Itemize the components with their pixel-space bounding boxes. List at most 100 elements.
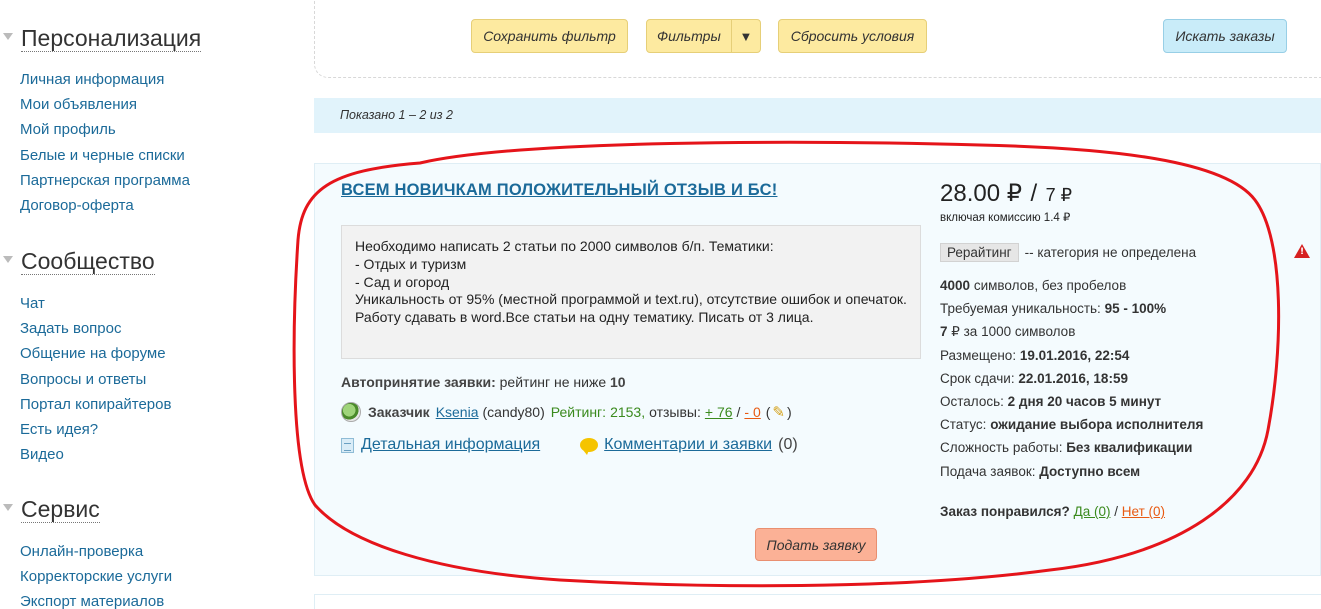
positive-reviews-link[interactable]: + 76 bbox=[705, 404, 733, 420]
spec-status-label: Статус: bbox=[940, 417, 987, 433]
sidebar-link[interactable]: Задать вопрос bbox=[20, 320, 121, 337]
comment-bubble-icon bbox=[580, 438, 599, 455]
sidebar-link[interactable]: Мой профиль bbox=[20, 121, 116, 138]
sidebar-link[interactable]: Видео bbox=[20, 446, 64, 463]
sidebar-link[interactable]: Корректорские услуги bbox=[20, 568, 172, 585]
spec-remaining-value: 2 дня 20 часов 5 минут bbox=[1007, 393, 1162, 409]
sidebar-item-export[interactable]: Экспорт материалов bbox=[20, 588, 172, 609]
section-header-personalization[interactable]: Персонализация bbox=[0, 25, 202, 52]
spec-posted: Размещено: 19.01.2016, 22:54 bbox=[940, 344, 1203, 367]
category-tag[interactable]: Рерайтинг bbox=[940, 243, 1019, 262]
price-per-1000: 7 ₽ bbox=[1045, 185, 1073, 205]
sidebar-link[interactable]: Личная информация bbox=[20, 71, 164, 88]
auto-accept-text: рейтинг не ниже bbox=[499, 374, 607, 390]
order-specs: 4000 символов, без пробелов Требуемая ун… bbox=[940, 274, 1203, 483]
results-count: Показано 1 – 2 из 2 bbox=[314, 98, 1321, 133]
filters-dropdown[interactable]: Фильтры ▼ bbox=[646, 19, 761, 53]
customer-login: (candy80) bbox=[482, 404, 545, 420]
order-title-link[interactable]: ВСЕМ НОВИЧКАМ ПОЛОЖИТЕЛЬНЫЙ ОТЗЫВ И БС! bbox=[341, 181, 777, 200]
triangle-down-icon[interactable] bbox=[3, 33, 13, 40]
spec-uniqueness-value: 95 - 100% bbox=[1104, 301, 1167, 317]
customer-name-link[interactable]: Ksenia bbox=[436, 404, 479, 420]
filters-label[interactable]: Фильтры bbox=[647, 20, 731, 52]
sidebar-link[interactable]: Экспорт материалов bbox=[20, 593, 164, 609]
community-menu: Чат Задать вопрос Общение на форуме Вопр… bbox=[20, 290, 171, 466]
sidebar-link[interactable]: Онлайн-проверка bbox=[20, 543, 143, 560]
sidebar-item-online-check[interactable]: Онлайн-проверка bbox=[20, 538, 172, 563]
sidebar-item-chat[interactable]: Чат bbox=[20, 290, 171, 315]
spec-submission: Подача заявок: Доступно всем bbox=[940, 460, 1203, 483]
sidebar-item-video[interactable]: Видео bbox=[20, 441, 171, 466]
auto-accept-value: 10 bbox=[610, 374, 626, 390]
comments-link[interactable]: Комментарии и заявки bbox=[604, 436, 772, 454]
chevron-down-icon[interactable]: ▼ bbox=[730, 20, 760, 52]
auto-accept-label: Автопринятие заявки: bbox=[341, 374, 496, 390]
sidebar-item-proofreading[interactable]: Корректорские услуги bbox=[20, 563, 172, 588]
sidebar-item-lists[interactable]: Белые и черные списки bbox=[20, 142, 190, 167]
spec-submission-value: Доступно всем bbox=[1039, 463, 1141, 479]
section-title[interactable]: Сервис bbox=[21, 496, 100, 523]
sidebar-link[interactable]: Портал копирайтеров bbox=[20, 396, 171, 413]
liked-no-link[interactable]: Нет (0) bbox=[1122, 504, 1165, 519]
sidebar-item-personal-info[interactable]: Личная информация bbox=[20, 66, 190, 91]
service-menu: Онлайн-проверка Корректорские услуги Экс… bbox=[20, 538, 172, 609]
commission-note: включая комиссию 1.4 ₽ bbox=[940, 212, 1071, 224]
sidebar-item-forum[interactable]: Общение на форуме bbox=[20, 340, 171, 365]
sidebar-item-portal[interactable]: Портал копирайтеров bbox=[20, 391, 171, 416]
spec-posted-value: 19.01.2016, 22:54 bbox=[1019, 347, 1130, 363]
reviews-separator: / bbox=[736, 404, 741, 420]
spec-submission-label: Подача заявок: bbox=[940, 463, 1036, 479]
save-filter-button[interactable]: Сохранить фильтр bbox=[471, 19, 628, 53]
warning-icon[interactable]: ! bbox=[1294, 244, 1310, 258]
spec-uniqueness-label: Требуемая уникальность: bbox=[940, 301, 1101, 317]
spec-chars-text: символов, без пробелов bbox=[973, 278, 1127, 293]
search-orders-button[interactable]: Искать заказы bbox=[1163, 19, 1287, 53]
sidebar-link[interactable]: Общение на форуме bbox=[20, 345, 166, 362]
auto-accept-info: Автопринятие заявки: рейтинг не ниже 10 bbox=[341, 374, 626, 390]
liked-row: Заказ понравился? Да (0) / Нет (0) bbox=[940, 504, 1165, 519]
section-title[interactable]: Сообщество bbox=[21, 248, 155, 275]
sidebar-item-idea[interactable]: Есть идея? bbox=[20, 416, 171, 441]
section-title[interactable]: Персонализация bbox=[21, 25, 202, 52]
section-header-community[interactable]: Сообщество bbox=[0, 248, 155, 275]
sidebar-link[interactable]: Есть идея? bbox=[20, 421, 98, 438]
rating-label: Рейтинг: bbox=[550, 404, 607, 420]
spec-difficulty: Сложность работы: Без квалификации bbox=[940, 436, 1203, 459]
avatar-icon bbox=[341, 402, 361, 422]
order-links: Детальная информация Комментарии и заявк… bbox=[341, 436, 798, 455]
triangle-down-icon[interactable] bbox=[3, 256, 13, 263]
apply-button[interactable]: Подать заявку bbox=[755, 528, 877, 561]
spec-difficulty-label: Сложность работы: bbox=[940, 440, 1063, 456]
pencil-icon[interactable]: ✎ bbox=[772, 403, 785, 421]
sidebar-item-my-ads[interactable]: Мои объявления bbox=[20, 91, 190, 116]
spec-deadline-label: Срок сдачи: bbox=[940, 370, 1015, 386]
liked-yes-link[interactable]: Да (0) bbox=[1074, 504, 1111, 519]
negative-reviews-link[interactable]: - 0 bbox=[744, 404, 760, 420]
sidebar-item-ask[interactable]: Задать вопрос bbox=[20, 315, 171, 340]
reset-conditions-button[interactable]: Сбросить условия bbox=[778, 19, 927, 53]
sidebar-item-my-profile[interactable]: Мой профиль bbox=[20, 116, 190, 141]
sidebar-item-offer[interactable]: Договор-оферта bbox=[20, 192, 190, 217]
spec-status-value: ожидание выбора исполнителя bbox=[990, 417, 1204, 433]
sidebar-link[interactable]: Белые и черные списки bbox=[20, 147, 185, 164]
spec-rate-value: 7 bbox=[940, 324, 948, 340]
spec-rate-text: ₽ за 1000 символов bbox=[951, 324, 1076, 340]
category-row: Рерайтинг -- категория не определена bbox=[940, 243, 1196, 262]
reviews-extra-close: ) bbox=[787, 404, 792, 420]
spec-status: Статус: ожидание выбора исполнителя bbox=[940, 413, 1203, 436]
spec-deadline: Срок сдачи: 22.01.2016, 18:59 bbox=[940, 367, 1203, 390]
spec-uniqueness: Требуемая уникальность: 95 - 100% bbox=[940, 297, 1203, 320]
spec-chars-value: 4000 bbox=[940, 278, 971, 293]
triangle-down-icon[interactable] bbox=[3, 504, 13, 511]
sidebar-link[interactable]: Партнерская программа bbox=[20, 172, 190, 189]
sidebar-link[interactable]: Договор-оферта bbox=[20, 197, 134, 214]
sidebar-item-partner[interactable]: Партнерская программа bbox=[20, 167, 190, 192]
sidebar-link[interactable]: Вопросы и ответы bbox=[20, 371, 146, 388]
order-price: 28.00 ₽ / 7 ₽ bbox=[940, 179, 1072, 208]
sidebar-link[interactable]: Мои объявления bbox=[20, 96, 137, 113]
section-header-service[interactable]: Сервис bbox=[0, 496, 100, 523]
reviews-extra-open: ( bbox=[765, 404, 771, 420]
sidebar-link[interactable]: Чат bbox=[20, 295, 45, 312]
sidebar-item-qa[interactable]: Вопросы и ответы bbox=[20, 366, 171, 391]
details-link[interactable]: Детальная информация bbox=[361, 436, 540, 454]
